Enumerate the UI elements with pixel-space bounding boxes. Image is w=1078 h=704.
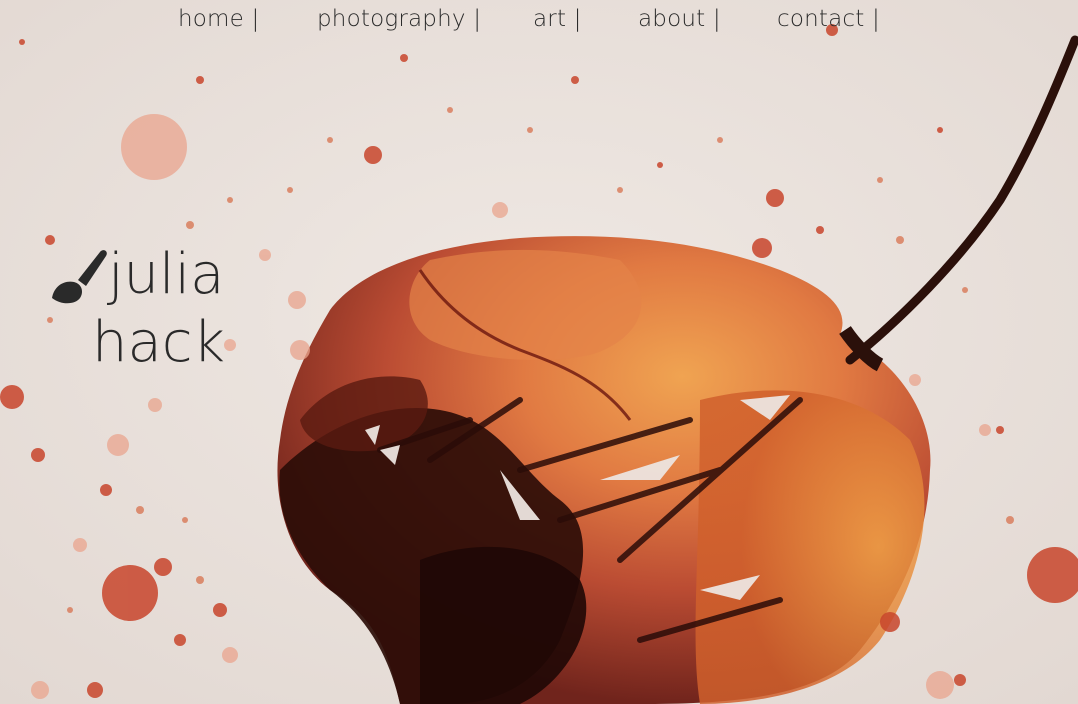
nav-photography-link[interactable]: photography | <box>317 6 481 32</box>
site-logo[interactable]: julia hack <box>48 240 238 380</box>
nav-art-link[interactable]: art | <box>533 6 582 32</box>
nav-contact-link[interactable]: contact | <box>777 6 880 32</box>
logo-text-last-name: hack <box>92 310 226 375</box>
nav-about-link[interactable]: about | <box>638 6 721 32</box>
top-nav: home | photography | art | about | conta… <box>0 0 1078 40</box>
paintbrush-icon <box>48 246 110 308</box>
nav-home-link[interactable]: home | <box>178 6 259 32</box>
logo-text-first-name: julia <box>108 242 225 307</box>
